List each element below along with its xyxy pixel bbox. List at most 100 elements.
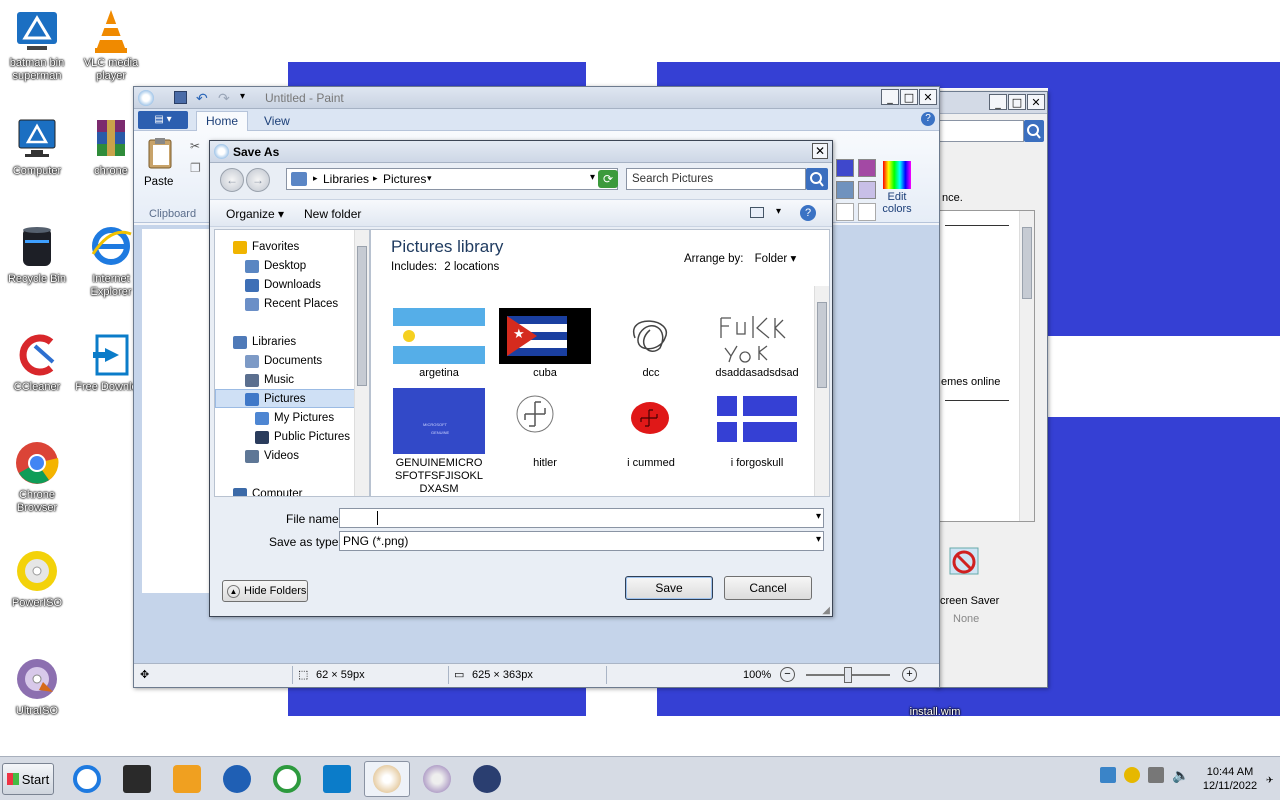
help-icon[interactable]: ? xyxy=(800,205,816,221)
screen-saver-icon[interactable] xyxy=(944,544,984,584)
minimize-button[interactable]: _ xyxy=(989,94,1007,110)
edit-colors-button[interactable]: Edit colors xyxy=(880,161,914,221)
file-name-dropdown-icon[interactable]: ▾ xyxy=(816,511,821,522)
nav-scrollbar[interactable] xyxy=(354,230,369,496)
customize-qat-icon[interactable]: ▾ xyxy=(240,91,245,102)
background-window[interactable]: _ □ ✕ nce. emes online creen Saver None xyxy=(935,91,1048,688)
taskbar-app4[interactable] xyxy=(214,761,260,797)
save-type-dropdown-icon[interactable]: ▾ xyxy=(816,534,821,545)
quick-save-icon[interactable] xyxy=(174,91,187,104)
help-icon[interactable]: ? xyxy=(921,112,935,126)
close-button[interactable]: ✕ xyxy=(919,89,937,105)
bg-search-field[interactable] xyxy=(936,120,1024,142)
arrange-by[interactable]: Arrange by: Folder ▾ xyxy=(684,251,796,265)
taskbar-ccleaner[interactable] xyxy=(264,761,310,797)
color-swatch[interactable] xyxy=(858,181,876,199)
tab-view[interactable]: View xyxy=(264,114,290,128)
desktop-icon-chrome[interactable]: Chrone Browser xyxy=(0,440,74,515)
nav-downloads[interactable]: Downloads xyxy=(245,276,321,294)
hide-folders-button[interactable]: ▲ Hide Folders xyxy=(222,580,308,602)
address-bar[interactable]: ▸ Libraries ▸ Pictures ▾ ▾ xyxy=(286,168,618,190)
nav-pictures[interactable]: Pictures xyxy=(245,390,306,408)
file-item[interactable]: argetina xyxy=(387,308,491,380)
close-icon[interactable]: ✕ xyxy=(1027,94,1045,110)
color-swatch[interactable] xyxy=(858,203,876,221)
copy-icon[interactable]: ❐ xyxy=(190,161,201,175)
file-item[interactable]: ★ cuba xyxy=(493,308,597,380)
nav-desktop[interactable]: Desktop xyxy=(245,257,306,275)
cut-icon[interactable]: ✂ xyxy=(190,139,200,153)
clock[interactable]: 10:44 AM 12/11/2022 xyxy=(1198,765,1262,793)
taskbar-download[interactable] xyxy=(314,761,360,797)
background-window-titlebar[interactable]: _ □ ✕ xyxy=(936,92,1047,114)
desktop-icon-vlc[interactable]: VLC media player xyxy=(74,8,148,83)
paste-button[interactable]: Paste xyxy=(144,137,184,197)
volume-icon[interactable]: 🔈 xyxy=(1172,767,1189,783)
redo-icon[interactable]: ↷ xyxy=(218,90,230,107)
color-swatch[interactable] xyxy=(836,203,854,221)
paint-menu-button[interactable]: ▤ ▾ xyxy=(138,111,188,129)
maximize-button[interactable]: □ xyxy=(1008,94,1026,110)
view-icon[interactable] xyxy=(750,207,764,218)
file-item[interactable]: hitler xyxy=(493,388,597,470)
scroll-thumb[interactable] xyxy=(1022,227,1032,299)
save-as-dialog[interactable]: Save As ✕ ← → ▸ Libraries ▸ Pictures ▾ ▾… xyxy=(209,140,833,617)
file-item[interactable]: MICROSOFT GENUINE GENUINEMICROSFOTFSFJIS… xyxy=(387,388,491,496)
display-icon[interactable] xyxy=(1148,767,1164,783)
start-button[interactable]: Start xyxy=(2,763,54,795)
file-item[interactable]: i forgoskull xyxy=(705,388,809,470)
desktop-icon-batman[interactable]: batman bin superman xyxy=(0,8,74,83)
breadcrumb-libraries[interactable]: Libraries xyxy=(323,172,369,186)
network-icon[interactable] xyxy=(1100,767,1116,783)
save-type-select[interactable]: PNG (*.png) ▾ xyxy=(339,531,824,551)
zoom-out-button[interactable]: − xyxy=(780,667,795,682)
back-button[interactable]: ← xyxy=(220,168,244,192)
zoom-in-button[interactable]: + xyxy=(902,667,917,682)
nav-recent-places[interactable]: Recent Places xyxy=(245,295,338,313)
taskbar-ultraiso[interactable] xyxy=(414,761,460,797)
file-item[interactable]: dsaddasadsdsad xyxy=(705,308,809,380)
undo-icon[interactable]: ↶ xyxy=(196,90,208,107)
color-swatch[interactable] xyxy=(836,159,854,177)
desktop-icon-install-wim[interactable]: install.wim xyxy=(898,688,972,719)
refresh-button[interactable]: ⟳ xyxy=(598,170,618,188)
forward-button[interactable]: → xyxy=(246,168,270,192)
close-button[interactable]: ✕ xyxy=(812,143,828,159)
file-item[interactable]: dcc xyxy=(599,308,703,380)
search-icon[interactable] xyxy=(806,168,828,190)
file-item[interactable]: i cummed xyxy=(599,388,703,470)
arrange-by-value[interactable]: Folder xyxy=(755,253,788,265)
nav-public-pictures[interactable]: Public Pictures xyxy=(255,428,350,446)
scroll-thumb[interactable] xyxy=(357,246,367,386)
scrollbar[interactable] xyxy=(1019,211,1034,521)
desktop-icon-ccleaner[interactable]: CCleaner xyxy=(0,332,74,394)
search-input[interactable]: Search Pictures xyxy=(626,168,806,190)
color-swatch[interactable] xyxy=(836,181,854,199)
save-button[interactable]: Save xyxy=(625,576,713,600)
organize-button[interactable]: Organize ▾ xyxy=(226,207,284,221)
bg-list-box[interactable]: emes online xyxy=(936,210,1035,522)
nav-favorites[interactable]: Favorites xyxy=(233,238,299,256)
desktop-icon-poweriso[interactable]: PowerISO xyxy=(0,548,74,610)
nav-music[interactable]: Music xyxy=(245,371,294,389)
search-icon[interactable] xyxy=(1024,120,1044,142)
nav-videos[interactable]: Videos xyxy=(245,447,299,465)
security-icon[interactable] xyxy=(1124,767,1140,783)
taskbar-ie[interactable] xyxy=(64,761,110,797)
nav-my-pictures[interactable]: My Pictures xyxy=(255,409,334,427)
nav-documents[interactable]: Documents xyxy=(245,352,322,370)
view-dropdown-icon[interactable]: ▾ xyxy=(776,206,781,217)
includes-link[interactable]: 2 locations xyxy=(444,261,499,273)
file-name-input[interactable]: ▾ xyxy=(339,508,824,528)
canvas[interactable] xyxy=(142,229,212,593)
taskbar-paint[interactable] xyxy=(364,761,410,797)
show-desktop-icon[interactable]: ✈ xyxy=(1266,775,1274,786)
address-dropdown-icon[interactable]: ▾ xyxy=(590,172,595,183)
content-scrollbar[interactable] xyxy=(814,286,829,496)
cancel-button[interactable]: Cancel xyxy=(724,576,812,600)
tab-home[interactable]: Home xyxy=(196,111,248,131)
save-as-titlebar[interactable]: Save As ✕ xyxy=(210,141,832,163)
taskbar-app9[interactable] xyxy=(464,761,510,797)
taskbar-media-player[interactable] xyxy=(164,761,210,797)
desktop-icon-computer[interactable]: Computer xyxy=(0,116,74,178)
